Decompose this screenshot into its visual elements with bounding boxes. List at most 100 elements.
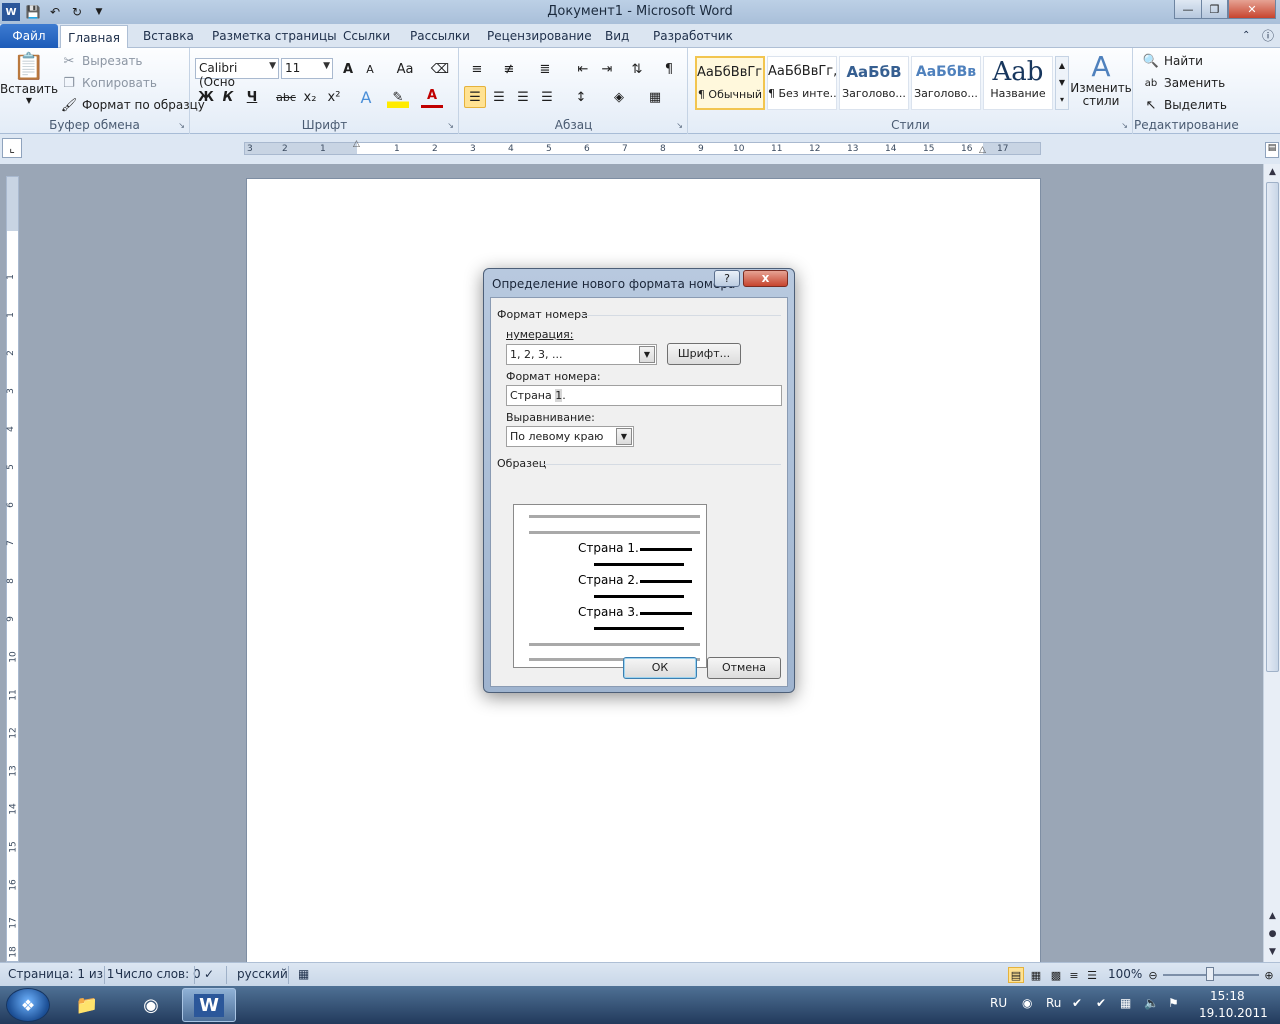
next-page-icon[interactable]: ▼ <box>1265 944 1280 960</box>
shrink-font-button[interactable]: A <box>359 58 381 80</box>
dialog-launcher-icon[interactable]: ↘ <box>447 121 454 130</box>
grow-font-button[interactable]: A <box>337 58 359 80</box>
previous-page-icon[interactable]: ▲ <box>1265 908 1280 924</box>
dialog-launcher-icon[interactable]: ↘ <box>178 121 185 130</box>
dialog-launcher-icon[interactable]: ↘ <box>1121 121 1128 130</box>
dialog-close-button[interactable]: x <box>743 270 788 287</box>
style-title[interactable]: Aab Название <box>983 56 1053 110</box>
cut-button[interactable]: ✂ Вырезать <box>60 52 143 70</box>
safe-remove-tray-icon[interactable]: ✔ <box>1096 996 1106 1010</box>
minimize-ribbon-icon[interactable]: ⌃ <box>1242 24 1256 48</box>
ok-button[interactable]: ОК <box>623 657 697 679</box>
change-styles-button[interactable]: A Изменить стили <box>1070 52 1132 108</box>
outline-icon[interactable]: ≡ <box>1066 967 1082 983</box>
font-color-icon[interactable]: A <box>421 86 443 108</box>
explorer-taskbar-icon[interactable]: 📁 <box>60 988 114 1022</box>
tab-developer[interactable]: Разработчик <box>653 24 733 48</box>
bullets-icon[interactable]: ≡ <box>466 58 488 80</box>
dialog-help-button[interactable]: ? <box>714 270 740 287</box>
print-layout-icon[interactable]: ▤ <box>1008 967 1024 983</box>
replace-button[interactable]: ab Заменить <box>1142 74 1225 92</box>
cancel-button[interactable]: Отмена <box>707 657 781 679</box>
firefox-taskbar-icon[interactable]: ◉ <box>124 988 178 1022</box>
volume-tray-icon[interactable]: 🔈 <box>1144 996 1159 1010</box>
clock-time[interactable]: 15:18 <box>1210 989 1245 1003</box>
indent-marker-icon[interactable]: △ <box>353 139 360 149</box>
style-no-spacing[interactable]: АаБбВвГг, ¶ Без инте... <box>767 56 837 110</box>
tab-view[interactable]: Вид <box>605 24 629 48</box>
subscript-button[interactable]: x₂ <box>299 86 321 108</box>
number-format-input[interactable]: Страна 1. <box>506 385 782 406</box>
shading-icon[interactable]: ◈ <box>608 86 630 108</box>
tab-references[interactable]: Ссылки <box>343 24 390 48</box>
styles-scroll[interactable]: ▲ ▼ ▾ <box>1055 56 1069 110</box>
right-indent-marker-icon[interactable]: △ <box>979 145 986 155</box>
text-effects-icon[interactable]: A <box>355 86 377 108</box>
tab-selector-icon[interactable]: ⌞ <box>2 138 22 158</box>
alignment-select[interactable]: По левому краю ▼ <box>506 426 634 447</box>
clear-format-icon[interactable]: ⌫ <box>429 58 451 80</box>
sort-icon[interactable]: ⇅ <box>626 58 648 80</box>
align-left-icon[interactable]: ☰ <box>464 86 486 108</box>
format-painter-button[interactable]: 🖌 Формат по образцу <box>60 96 205 114</box>
paste-button[interactable]: 📋 Вставить ▼ <box>0 52 58 105</box>
full-screen-reading-icon[interactable]: ▦ <box>1028 967 1044 983</box>
font-size-combo[interactable]: 11 ▼ <box>281 58 333 79</box>
font-button[interactable]: Шрифт... <box>667 343 741 365</box>
copy-button[interactable]: ❐ Копировать <box>60 74 157 92</box>
change-case-button[interactable]: Aa <box>391 58 419 80</box>
vertical-ruler[interactable]: 1 1 2 3 4 5 6 7 8 9 10 11 12 13 14 15 16… <box>6 176 19 962</box>
tab-page-layout[interactable]: Разметка страницы <box>212 24 337 48</box>
justify-icon[interactable]: ☰ <box>536 86 558 108</box>
horizontal-ruler[interactable]: 3 2 1 1 2 3 4 5 6 7 8 9 10 11 12 13 14 1… <box>244 139 1041 155</box>
zoom-slider-thumb[interactable] <box>1206 967 1214 981</box>
highlight-icon[interactable]: ✎ <box>387 86 409 108</box>
network-tray-icon[interactable]: ▦ <box>1120 996 1131 1010</box>
utorrent-tray-icon[interactable]: ◉ <box>1022 996 1032 1010</box>
tab-review[interactable]: Рецензирование <box>487 24 592 48</box>
word-count[interactable]: Число слов: 0 <box>115 967 201 981</box>
line-spacing-icon[interactable]: ↕ <box>570 86 592 108</box>
clock-date[interactable]: 19.10.2011 <box>1199 1006 1268 1020</box>
borders-icon[interactable]: ▦ <box>644 86 666 108</box>
decrease-indent-icon[interactable]: ⇤ <box>572 58 594 80</box>
select-button[interactable]: ↖ Выделить <box>1142 96 1227 114</box>
increase-indent-icon[interactable]: ⇥ <box>596 58 618 80</box>
keyboard-language[interactable]: RU <box>990 996 1007 1010</box>
view-ruler-icon[interactable]: ▤ <box>1265 142 1279 158</box>
strikethrough-button[interactable]: abc <box>275 86 297 108</box>
chevron-down-icon[interactable]: ▼ <box>639 346 655 363</box>
italic-button[interactable]: К <box>217 86 239 108</box>
chevron-down-icon[interactable]: ▼ <box>616 428 632 445</box>
vertical-scrollbar[interactable]: ▲ ▲ ● ▼ <box>1263 164 1280 962</box>
zoom-level[interactable]: 100% <box>1108 967 1142 981</box>
proofing-icon[interactable]: ✓ <box>204 967 214 981</box>
font-name-combo[interactable]: Calibri (Осно ▼ <box>195 58 279 89</box>
align-right-icon[interactable]: ☰ <box>512 86 534 108</box>
close-window-button[interactable]: ✕ <box>1228 0 1276 19</box>
antivirus-tray-icon[interactable]: ✔ <box>1072 996 1082 1010</box>
help-icon[interactable]: ⓘ <box>1262 24 1278 48</box>
web-layout-icon[interactable]: ▩ <box>1048 967 1064 983</box>
zoom-in-icon[interactable]: ⊕ <box>1261 967 1277 983</box>
align-center-icon[interactable]: ☰ <box>488 86 510 108</box>
tab-mailings[interactable]: Рассылки <box>410 24 470 48</box>
macro-record-icon[interactable]: ▦ <box>298 967 309 981</box>
punto-tray-icon[interactable]: Ru <box>1046 996 1061 1010</box>
pilcrow-icon[interactable]: ¶ <box>658 58 680 80</box>
zoom-out-icon[interactable]: ⊖ <box>1145 967 1161 983</box>
style-heading-1[interactable]: АаБбВ Заголово... <box>839 56 909 110</box>
bold-button[interactable]: Ж <box>195 86 217 108</box>
page-count[interactable]: Страница: 1 из 1 <box>8 967 114 981</box>
numbering-icon[interactable]: ≢ <box>498 58 520 80</box>
flag-tray-icon[interactable]: ⚑ <box>1168 996 1179 1010</box>
dialog-launcher-icon[interactable]: ↘ <box>676 121 683 130</box>
minimize-button[interactable]: — <box>1174 0 1202 19</box>
tab-insert[interactable]: Вставка <box>143 24 194 48</box>
style-normal[interactable]: АаБбВвГг, ¶ Обычный <box>695 56 765 110</box>
start-button[interactable]: ❖ <box>6 988 50 1022</box>
draft-icon[interactable]: ☰ <box>1084 967 1100 983</box>
language-indicator[interactable]: русский <box>237 967 288 981</box>
underline-button[interactable]: Ч <box>241 86 263 108</box>
style-heading-2[interactable]: АаБбВв Заголово... <box>911 56 981 110</box>
